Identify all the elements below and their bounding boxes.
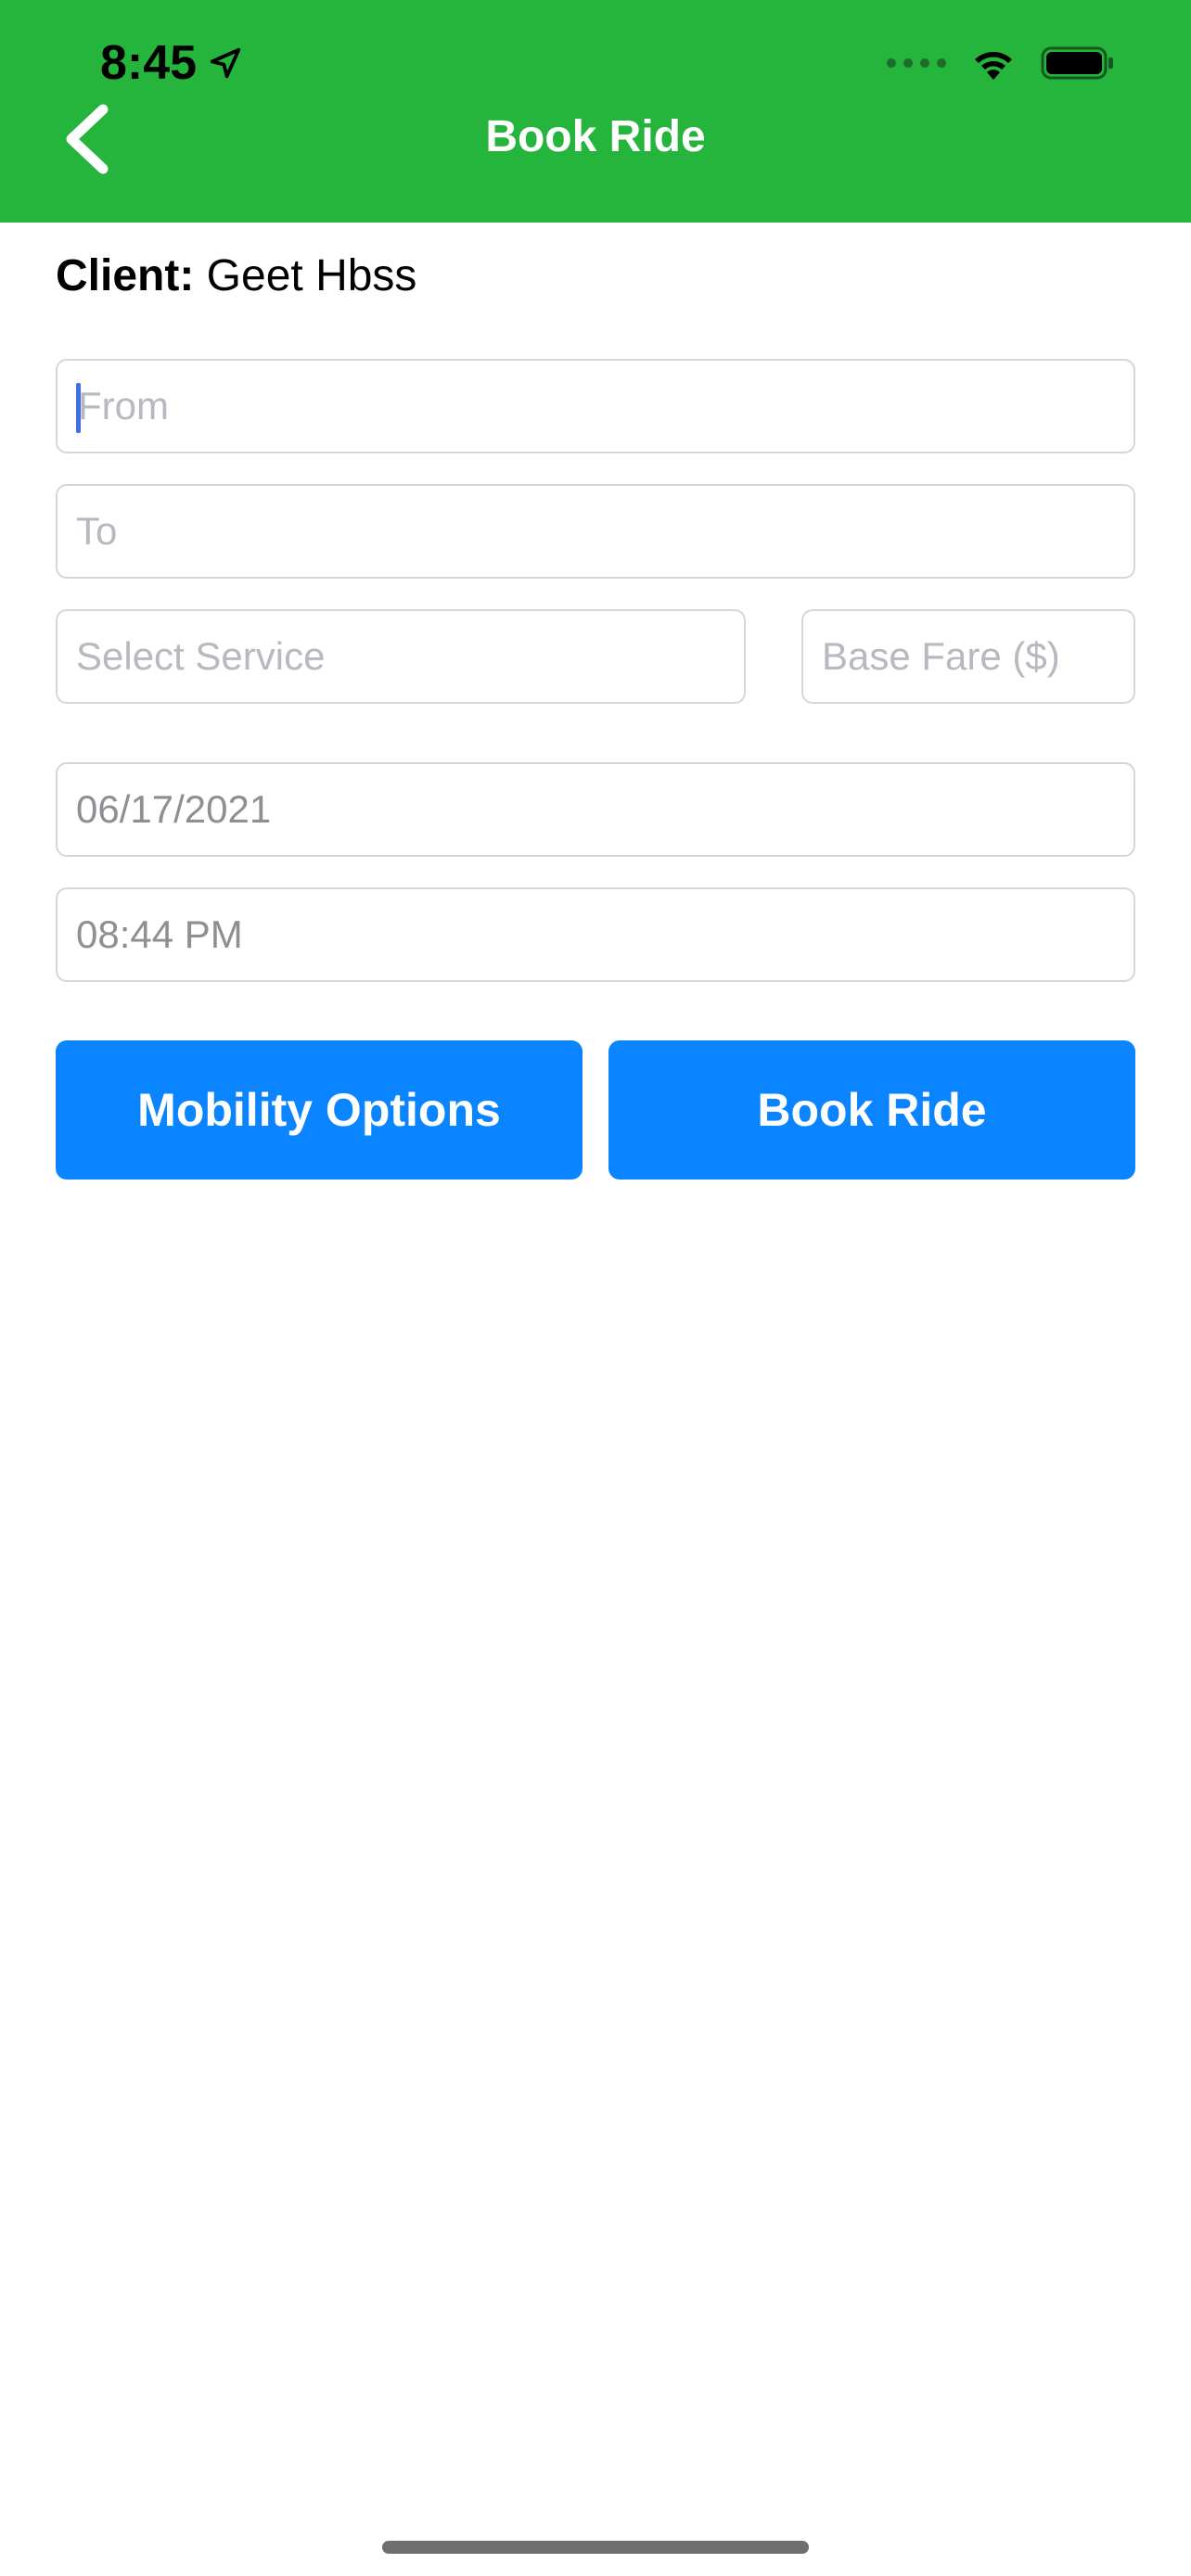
base-fare-input[interactable] xyxy=(803,611,1133,702)
book-ride-button[interactable]: Book Ride xyxy=(608,1040,1135,1180)
navigation-header: 8:45 Book Ride xyxy=(0,0,1191,223)
status-bar-indicators xyxy=(887,45,1115,82)
status-bar-time: 8:45 xyxy=(100,35,243,91)
base-fare-field-container xyxy=(801,609,1135,704)
to-input[interactable] xyxy=(58,486,1133,577)
to-field-container xyxy=(56,484,1135,579)
select-service-input[interactable] xyxy=(58,611,744,702)
page-title: Book Ride xyxy=(485,112,706,161)
client-name: Geet Hbss xyxy=(206,251,417,300)
location-arrow-icon xyxy=(210,47,241,79)
client-info: Client: Geet Hbss xyxy=(56,250,416,301)
battery-icon xyxy=(1041,46,1113,80)
wifi-icon xyxy=(975,52,1012,80)
home-indicator[interactable] xyxy=(382,2541,809,2554)
status-time-text: 8:45 xyxy=(100,36,198,90)
time-field[interactable]: 08:44 PM xyxy=(56,887,1135,982)
date-field[interactable]: 06/17/2021 xyxy=(56,762,1135,857)
client-label: Client: xyxy=(56,251,195,300)
date-value: 06/17/2021 xyxy=(76,787,272,831)
from-field-container xyxy=(56,359,1135,453)
from-input[interactable] xyxy=(58,361,1133,452)
mobility-options-button[interactable]: Mobility Options xyxy=(56,1040,583,1180)
time-value: 08:44 PM xyxy=(76,912,243,956)
book-ride-screen: 8:45 Book Ride Client: Geet Hbss From To… xyxy=(0,0,1191,2576)
text-cursor xyxy=(76,383,81,433)
cellular-signal-icon xyxy=(887,58,946,68)
service-field-container xyxy=(56,609,746,704)
